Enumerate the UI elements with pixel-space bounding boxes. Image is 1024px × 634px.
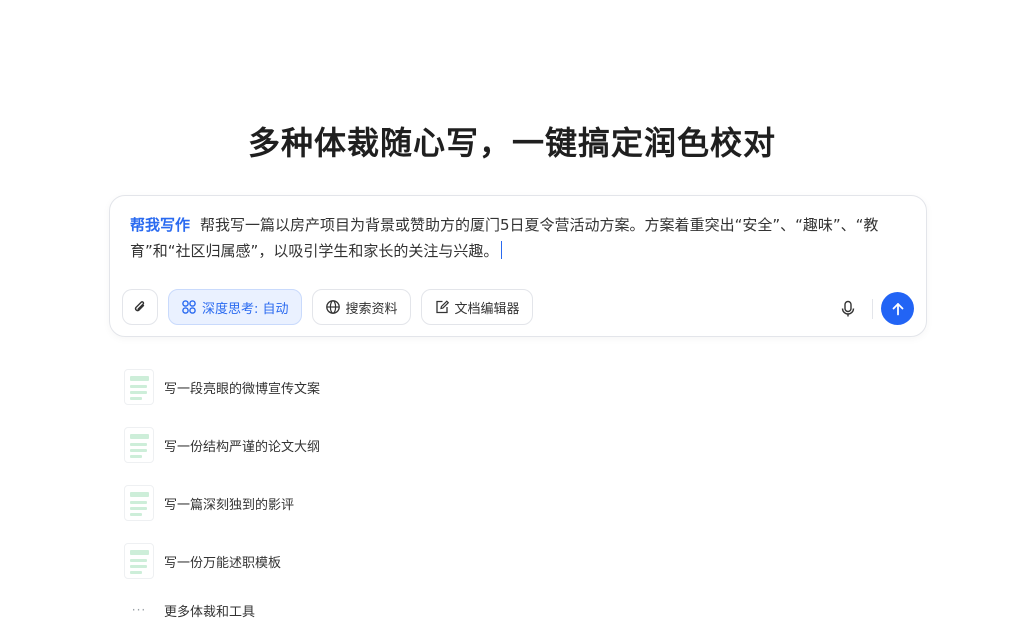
suggestion-item[interactable]: 写一份结构严谨的论文大纲 [124,416,624,474]
suggestion-label: 写一篇深刻独到的影评 [164,497,295,513]
document-icon [124,543,154,579]
paperclip-icon [134,301,145,312]
globe-icon [325,300,340,314]
suggestion-item[interactable]: 写一篇深刻独到的影评 [124,474,624,532]
atom-icon [182,300,196,314]
deep-think-button[interactable]: 深度思考: 自动 [168,289,302,325]
more-dots-icon: ··· [131,603,147,617]
writing-page: 多种体裁随心写，一键搞定润色校对 帮我写作 帮我写一篇以房产项目为背景或赞助方的厦… [0,0,1024,634]
document-icon [124,485,154,521]
suggestion-list: 写一段亮眼的微博宣传文案 写一份结构严谨的论文大纲 写一篇深刻独到的影评 写一份… [124,358,624,630]
composer-actions [832,292,914,325]
more-genres-item[interactable]: ··· 更多体裁和工具 [124,590,624,630]
doc-editor-button[interactable]: 文档编辑器 [420,289,533,325]
search-label: 搜索资料 [345,301,398,317]
document-icon [124,427,154,463]
voice-input-button[interactable] [832,293,864,325]
send-button[interactable] [881,292,914,325]
suggestion-item[interactable]: 写一份万能述职模板 [124,532,624,590]
suggestion-label: 写一份万能述职模板 [164,555,282,571]
prompt-text: 帮我写一篇以房产项目为背景或赞助方的厦门5日夏令营活动方案。方案着重突出“安全”… [130,216,879,260]
suggestion-label: 写一份结构严谨的论文大纲 [164,439,321,455]
composer-toolbar: 深度思考: 自动 搜索资料 文档编辑器 [122,288,543,326]
toolbar-divider [872,298,873,319]
arrow-up-icon [892,302,903,315]
suggestion-item[interactable]: 写一段亮眼的微博宣传文案 [124,358,624,416]
skill-tag[interactable]: 帮我写作 [130,216,190,234]
edit-document-icon [435,300,449,314]
page-title: 多种体裁随心写，一键搞定润色校对 [247,124,776,162]
doc-editor-label: 文档编辑器 [454,301,520,317]
prompt-composer[interactable]: 帮我写作 帮我写一篇以房产项目为背景或赞助方的厦门5日夏令营活动方案。方案着重突出… [109,195,927,337]
suggestion-label: 写一段亮眼的微博宣传文案 [164,381,321,397]
prompt-input[interactable]: 帮我写作 帮我写一篇以房产项目为背景或赞助方的厦门5日夏令营活动方案。方案着重突出… [130,212,916,264]
document-icon [124,369,154,405]
deep-think-label: 深度思考: 自动 [202,301,289,317]
attach-button[interactable] [122,289,158,325]
microphone-icon [841,300,855,316]
search-button[interactable]: 搜索资料 [311,289,411,325]
more-genres-label: 更多体裁和工具 [164,604,256,620]
text-caret [501,241,503,259]
